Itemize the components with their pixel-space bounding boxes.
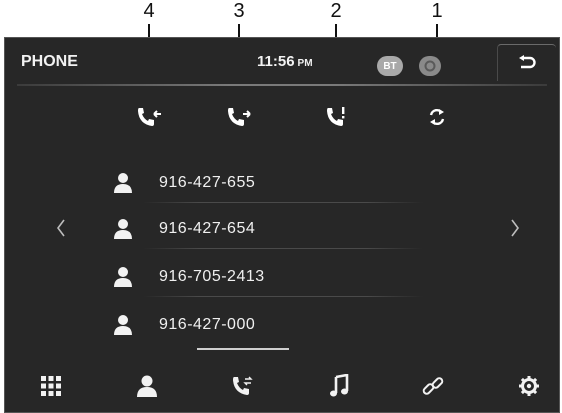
music-button[interactable]: [309, 360, 369, 412]
outgoing-call-icon: [228, 108, 251, 126]
call-log-button[interactable]: [213, 360, 273, 412]
back-arrow-icon: [519, 55, 536, 69]
gear-icon: [519, 376, 539, 396]
person-icon: [114, 315, 132, 335]
bluetooth-status-badge: BT: [377, 56, 403, 76]
contact-row[interactable]: 916-705-2413: [113, 262, 429, 297]
settings-button[interactable]: [499, 360, 559, 412]
callout-3: 3: [233, 0, 245, 22]
contacts-icon: [137, 375, 157, 397]
previous-page-arrow[interactable]: [51, 216, 71, 240]
clock: 11:56 PM: [257, 53, 313, 70]
contacts-button[interactable]: [117, 360, 177, 412]
chevron-right-icon: [511, 219, 519, 237]
bottom-nav: [5, 360, 559, 412]
call-log-icon: [233, 376, 253, 395]
tab-sync[interactable]: [417, 102, 457, 132]
clock-time: 11:56: [257, 53, 295, 70]
incoming-call-icon: [138, 108, 161, 126]
bt-label: BT: [383, 60, 397, 72]
missed-call-icon: [327, 107, 345, 126]
callout-1: 1: [431, 0, 443, 22]
contact-number: 916-427-654: [159, 220, 256, 237]
link-icon: [422, 377, 444, 395]
contact-number: 916-705-2413: [159, 268, 265, 285]
list-scroll-indicator: [197, 348, 289, 350]
phone-screen: PHONE 11:56 PM BT 916-427-655 916-427-65…: [4, 37, 560, 413]
person-icon: [114, 267, 132, 287]
row-divider: [143, 248, 423, 249]
row-divider: [143, 296, 423, 297]
music-icon: [330, 374, 349, 397]
clock-ampm: PM: [297, 58, 313, 69]
person-icon: [114, 219, 132, 239]
callout-4: 4: [143, 0, 155, 22]
back-button[interactable]: [497, 44, 556, 81]
contact-number: 916-427-655: [159, 174, 256, 191]
tab-incoming-calls[interactable]: [129, 102, 169, 132]
contact-number: 916-427-000: [159, 316, 256, 333]
tab-outgoing-calls[interactable]: [219, 102, 259, 132]
status-divider: [17, 84, 547, 86]
link-button[interactable]: [403, 360, 463, 412]
person-icon: [114, 173, 132, 193]
contact-row[interactable]: 916-427-655: [113, 168, 429, 203]
contact-row[interactable]: 916-427-000: [113, 310, 429, 344]
keypad-icon: [41, 376, 61, 396]
keypad-button[interactable]: [21, 360, 81, 412]
device-status-icon: [419, 56, 441, 76]
row-divider: [143, 202, 423, 203]
callout-2: 2: [330, 0, 342, 22]
contact-row[interactable]: 916-427-654: [113, 214, 429, 249]
status-bar: PHONE 11:56 PM BT: [5, 38, 559, 86]
app-title: PHONE: [21, 53, 78, 70]
sync-icon: [429, 108, 445, 126]
tab-missed-calls[interactable]: [317, 102, 357, 132]
chevron-left-icon: [57, 219, 65, 237]
next-page-arrow[interactable]: [505, 216, 525, 240]
